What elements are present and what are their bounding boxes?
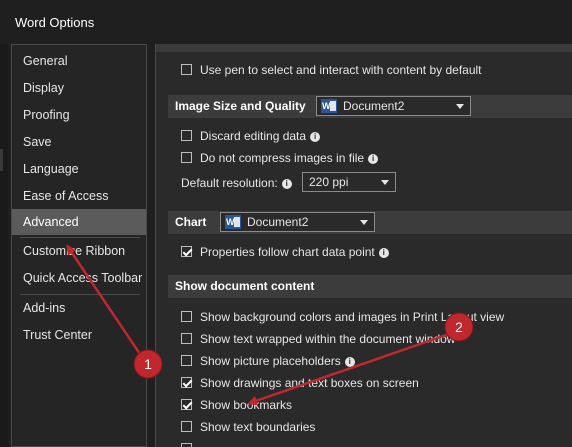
nav-item-display[interactable]: Display bbox=[12, 75, 146, 101]
image-size-title: Image Size and Quality bbox=[175, 99, 306, 113]
discard-editing-checkbox[interactable] bbox=[181, 130, 192, 141]
nav-item-add-ins[interactable]: Add-ins bbox=[12, 295, 146, 321]
resolution-value: 220 ppi bbox=[309, 175, 349, 189]
chevron-down-icon bbox=[456, 104, 464, 109]
info-icon: i bbox=[368, 154, 379, 164]
show-background-label: Show background colors and images in Pri… bbox=[200, 310, 505, 324]
show-drawings-checkbox[interactable] bbox=[181, 377, 192, 388]
nav-item-advanced[interactable]: Advanced bbox=[12, 209, 146, 235]
pen-option-label: Use pen to select and interact with cont… bbox=[200, 63, 482, 77]
chevron-down-icon bbox=[360, 220, 368, 225]
background-document-edge bbox=[0, 44, 8, 447]
show-text-wrapped-label: Show text wrapped within the document wi… bbox=[200, 332, 456, 346]
edge-marker bbox=[0, 149, 3, 171]
image-document-value: Document2 bbox=[343, 99, 405, 113]
discard-editing-label: Discard editing data bbox=[200, 129, 307, 143]
window-title: Word Options bbox=[15, 15, 95, 30]
pen-checkbox[interactable] bbox=[181, 64, 192, 75]
next-option-checkbox[interactable] bbox=[181, 443, 192, 447]
show-text-boundaries-label: Show text boundaries bbox=[200, 420, 316, 434]
info-icon: i bbox=[344, 357, 355, 367]
chart-document-dropdown[interactable]: Document2 bbox=[220, 212, 375, 232]
default-resolution-label: Default resolution: bbox=[181, 176, 278, 190]
scroll-edge bbox=[156, 44, 572, 52]
show-bookmarks-checkbox[interactable] bbox=[181, 399, 192, 410]
nav-item-trust-center[interactable]: Trust Center bbox=[12, 322, 146, 348]
info-icon: i bbox=[281, 179, 292, 189]
show-document-content-header: Show document content bbox=[168, 275, 572, 298]
advanced-options-panel: Use pen to select and interact with cont… bbox=[155, 44, 572, 447]
show-document-content-title: Show document content bbox=[175, 279, 315, 293]
chart-title: Chart bbox=[175, 215, 207, 229]
default-resolution-row: Default resolution: i bbox=[181, 172, 292, 194]
nav-item-general[interactable]: General bbox=[12, 48, 146, 74]
show-picture-placeholders-label: Show picture placeholders bbox=[200, 354, 341, 368]
show-text-boundaries-checkbox[interactable] bbox=[181, 421, 192, 432]
chevron-down-icon bbox=[381, 180, 389, 185]
nav-item-language[interactable]: Language bbox=[12, 156, 146, 182]
show-text-wrapped-checkbox[interactable] bbox=[181, 333, 192, 344]
word-document-icon bbox=[225, 215, 241, 229]
chart-document-value: Document2 bbox=[247, 215, 309, 229]
properties-follow-checkbox[interactable] bbox=[181, 246, 192, 257]
properties-follow-label: Properties follow chart data point bbox=[200, 245, 375, 259]
nav-item-quick-access-toolbar[interactable]: Quick Access Toolbar bbox=[12, 265, 146, 291]
image-document-dropdown[interactable]: Document2 bbox=[316, 96, 471, 116]
info-icon: i bbox=[310, 132, 321, 142]
word-document-icon bbox=[321, 99, 337, 113]
nav-item-ease-of-access[interactable]: Ease of Access bbox=[12, 183, 146, 209]
info-icon: i bbox=[378, 248, 389, 258]
no-compress-checkbox[interactable] bbox=[181, 152, 192, 163]
show-picture-placeholders-checkbox[interactable] bbox=[181, 355, 192, 366]
show-background-checkbox[interactable] bbox=[181, 311, 192, 322]
no-compress-label: Do not compress images in file bbox=[200, 151, 365, 165]
show-drawings-label: Show drawings and text boxes on screen bbox=[200, 376, 419, 390]
nav-item-customize-ribbon[interactable]: Customize Ribbon bbox=[12, 238, 146, 264]
nav-item-save[interactable]: Save bbox=[12, 129, 146, 155]
nav-item-proofing[interactable]: Proofing bbox=[12, 102, 146, 128]
title-bar: Word Options bbox=[0, 0, 572, 44]
show-bookmarks-label: Show bookmarks bbox=[200, 398, 293, 412]
options-nav: General Display Proofing Save Language E… bbox=[11, 44, 147, 447]
resolution-dropdown[interactable]: 220 ppi bbox=[302, 172, 396, 192]
